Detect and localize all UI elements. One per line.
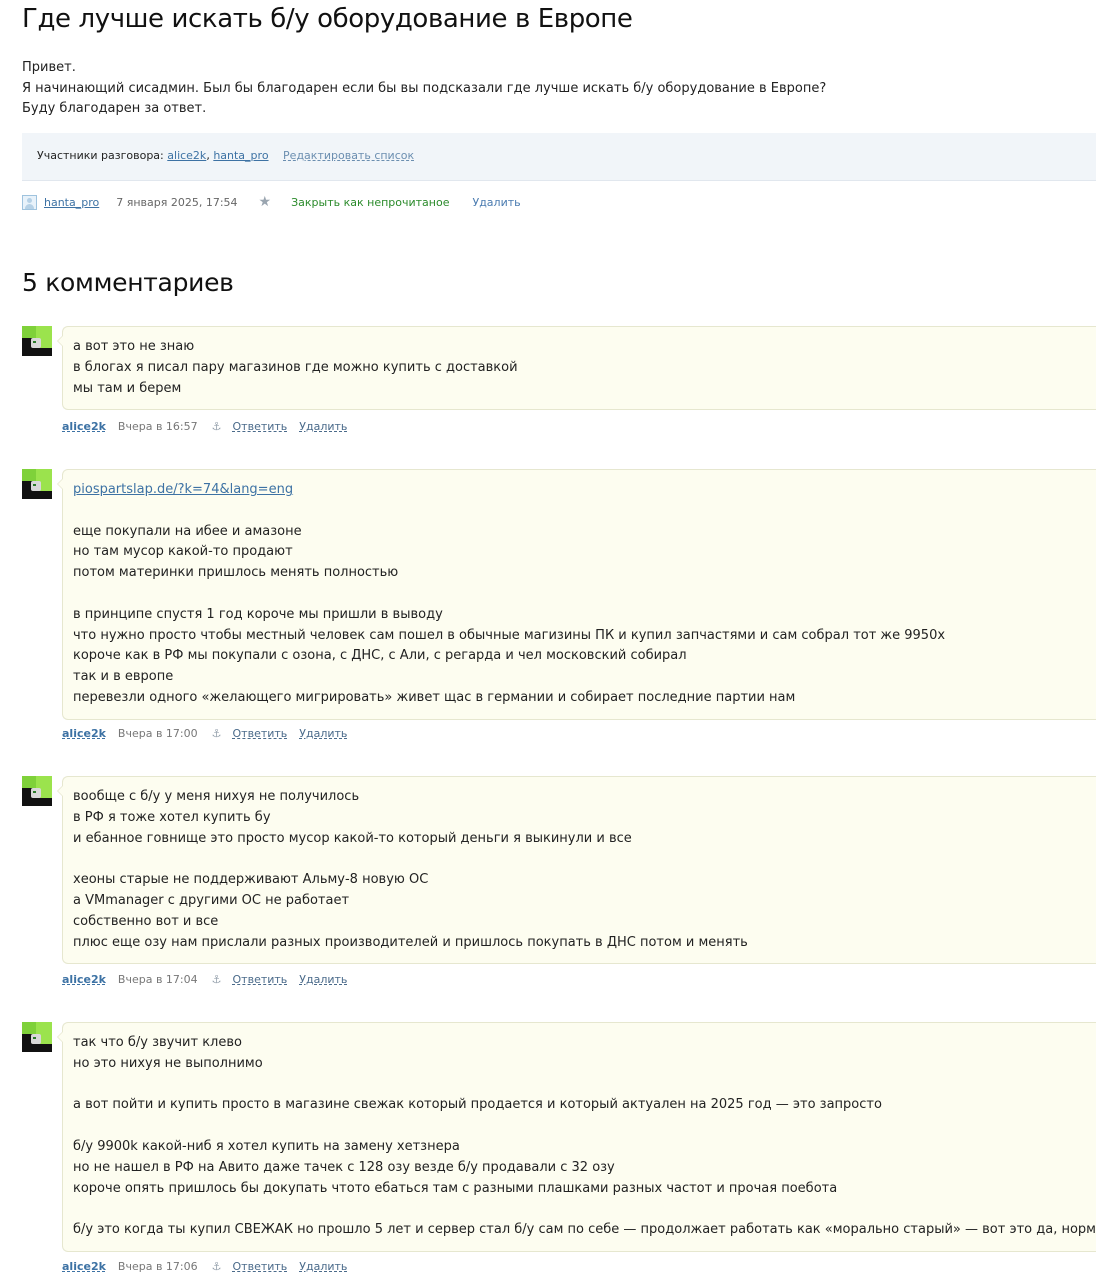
participant-link[interactable]: hanta_pro [213, 149, 268, 162]
post-body: Привет. Я начинающий сисадмин. Был бы бл… [22, 58, 826, 120]
comment-line: в блогах я писал пару магазинов где можн… [73, 359, 518, 375]
comment-time: Вчера в 17:04 [117, 973, 198, 986]
post-meta: hanta_pro 7 января 2025, 17:54 ★ Закрыть… [22, 193, 521, 211]
avatar[interactable] [22, 469, 52, 499]
anchor-icon[interactable]: ⚓ [212, 420, 222, 433]
comment-author-link[interactable]: alice2k [62, 420, 106, 433]
avatar[interactable] [22, 1022, 52, 1052]
comment-line: собственно вот и все [73, 913, 219, 929]
comment-line: б/у 9900k какой-ниб я хотел купить на за… [73, 1138, 460, 1154]
avatar[interactable] [22, 776, 52, 806]
comment-line: но там мусор какой-то продают [73, 544, 293, 560]
comment-line: но это нихуя не выполнимо [73, 1055, 263, 1071]
comment-bubble: piospartslap.de/?k=74&lang=eng еще покуп… [57, 469, 1096, 720]
comment-line [73, 1199, 1096, 1220]
post-body-line: Привет. [22, 60, 76, 75]
comment-line: б/у это когда ты купил СВЕЖАК но прошло … [73, 1222, 1096, 1238]
comment-line: мы там и берем [73, 380, 182, 396]
comment-line [73, 584, 1096, 605]
comment-line: в РФ я тоже хотел купить бу [73, 809, 271, 825]
comment-author-link[interactable]: alice2k [62, 727, 106, 740]
page-title: Где лучше искать б/у оборудование в Евро… [22, 4, 633, 34]
comment-line: хеоны старые не поддерживают Альму-8 нов… [73, 872, 429, 888]
comment-line: что нужно просто чтобы местный человек с… [73, 627, 946, 643]
delete-comment-link[interactable]: Удалить [299, 973, 347, 986]
delete-comment-link[interactable]: Удалить [299, 727, 347, 740]
external-link[interactable]: piospartslap.de/?k=74&lang=eng [73, 482, 293, 497]
comment-bubble: а вот это не знаю в блогах я писал пару … [57, 326, 1096, 411]
user-avatar-icon [22, 194, 37, 210]
comment-meta: alice2k Вчера в 17:06 ⚓ Ответить Удалить [62, 1260, 347, 1273]
delete-comment-link[interactable]: Удалить [299, 1260, 347, 1273]
comment-line: короче как в РФ мы покупали с озона, с Д… [73, 648, 687, 664]
comment-time: Вчера в 16:57 [117, 420, 198, 433]
comments-title: 5 комментариев [22, 268, 234, 297]
edit-participants-link[interactable]: Редактировать список [283, 149, 414, 162]
comment-meta: alice2k Вчера в 16:57 ⚓ Ответить Удалить [62, 420, 347, 433]
delete-comment-link[interactable]: Удалить [299, 420, 347, 433]
comment-line: и ебанное говнище это просто мусор какой… [73, 830, 632, 846]
comment-bubble: так что б/у звучит клево но это нихуя не… [57, 1022, 1096, 1252]
comment-meta: alice2k Вчера в 17:04 ⚓ Ответить Удалить [62, 973, 347, 986]
comment-line: а вот пойти и купить просто в магазине с… [73, 1097, 882, 1113]
comment-line: но не нашел в РФ на Авито даже тачек с 1… [73, 1159, 615, 1175]
reply-link[interactable]: Ответить [233, 420, 288, 433]
comment-line: так что б/у звучит клево [73, 1035, 242, 1050]
comment-meta: alice2k Вчера в 17:00 ⚓ Ответить Удалить [62, 727, 347, 740]
anchor-icon[interactable]: ⚓ [212, 727, 222, 740]
participants-bar: Участники разговора: alice2k, hanta_pro … [22, 133, 1096, 181]
anchor-icon[interactable]: ⚓ [212, 973, 222, 986]
participant-link[interactable]: alice2k [167, 149, 206, 162]
comment-line: плюс еще озу нам прислали разных произво… [73, 934, 748, 950]
comment-line: перевезли одного «желающего мигрировать»… [73, 689, 796, 705]
comment-line: еще покупали на ибее и амазоне [73, 523, 302, 539]
comment-line: а VMmanager с другими ОС не работает [73, 892, 350, 908]
comment-author-link[interactable]: alice2k [62, 1260, 106, 1273]
post-body-line: Я начинающий сисадмин. Был бы благодарен… [22, 80, 827, 96]
anchor-icon[interactable]: ⚓ [212, 1260, 222, 1273]
comment-line: а вот это не знаю [73, 339, 195, 354]
post-body-line: Буду благодарен за ответ. [22, 101, 207, 116]
comment-author-link[interactable]: alice2k [62, 973, 106, 986]
reply-link[interactable]: Ответить [233, 973, 288, 986]
comment-line [73, 1075, 1096, 1096]
comment-time: Вчера в 17:00 [117, 727, 198, 740]
participants-label: Участники разговора: [37, 149, 164, 162]
comment-line: в принципе спустя 1 год короче мы пришли… [73, 606, 443, 622]
comment-time: Вчера в 17:06 [117, 1260, 198, 1273]
mark-unread-link[interactable]: Закрыть как непрочитаное [291, 196, 449, 209]
avatar[interactable] [22, 326, 52, 356]
comment-line [73, 849, 1096, 870]
reply-link[interactable]: Ответить [233, 1260, 288, 1273]
delete-post-link[interactable]: Удалить [472, 196, 520, 209]
comment-line [73, 501, 1096, 522]
star-icon[interactable]: ★ [259, 194, 272, 210]
comment-bubble: вообще с б/у у меня нихуя не получилось … [57, 776, 1096, 965]
comment-line [73, 1116, 1096, 1137]
comment-line: так и в европе [73, 669, 174, 685]
comment-line: короче опять пришлось бы докупать чтото … [73, 1180, 838, 1196]
post-author-link[interactable]: hanta_pro [44, 196, 99, 209]
comment-line: вообще с б/у у меня нихуя не получилось [73, 789, 360, 804]
post-date: 7 января 2025, 17:54 [116, 195, 238, 209]
comment-line: потом материнки пришлось менять полность… [73, 565, 399, 581]
reply-link[interactable]: Ответить [233, 727, 288, 740]
